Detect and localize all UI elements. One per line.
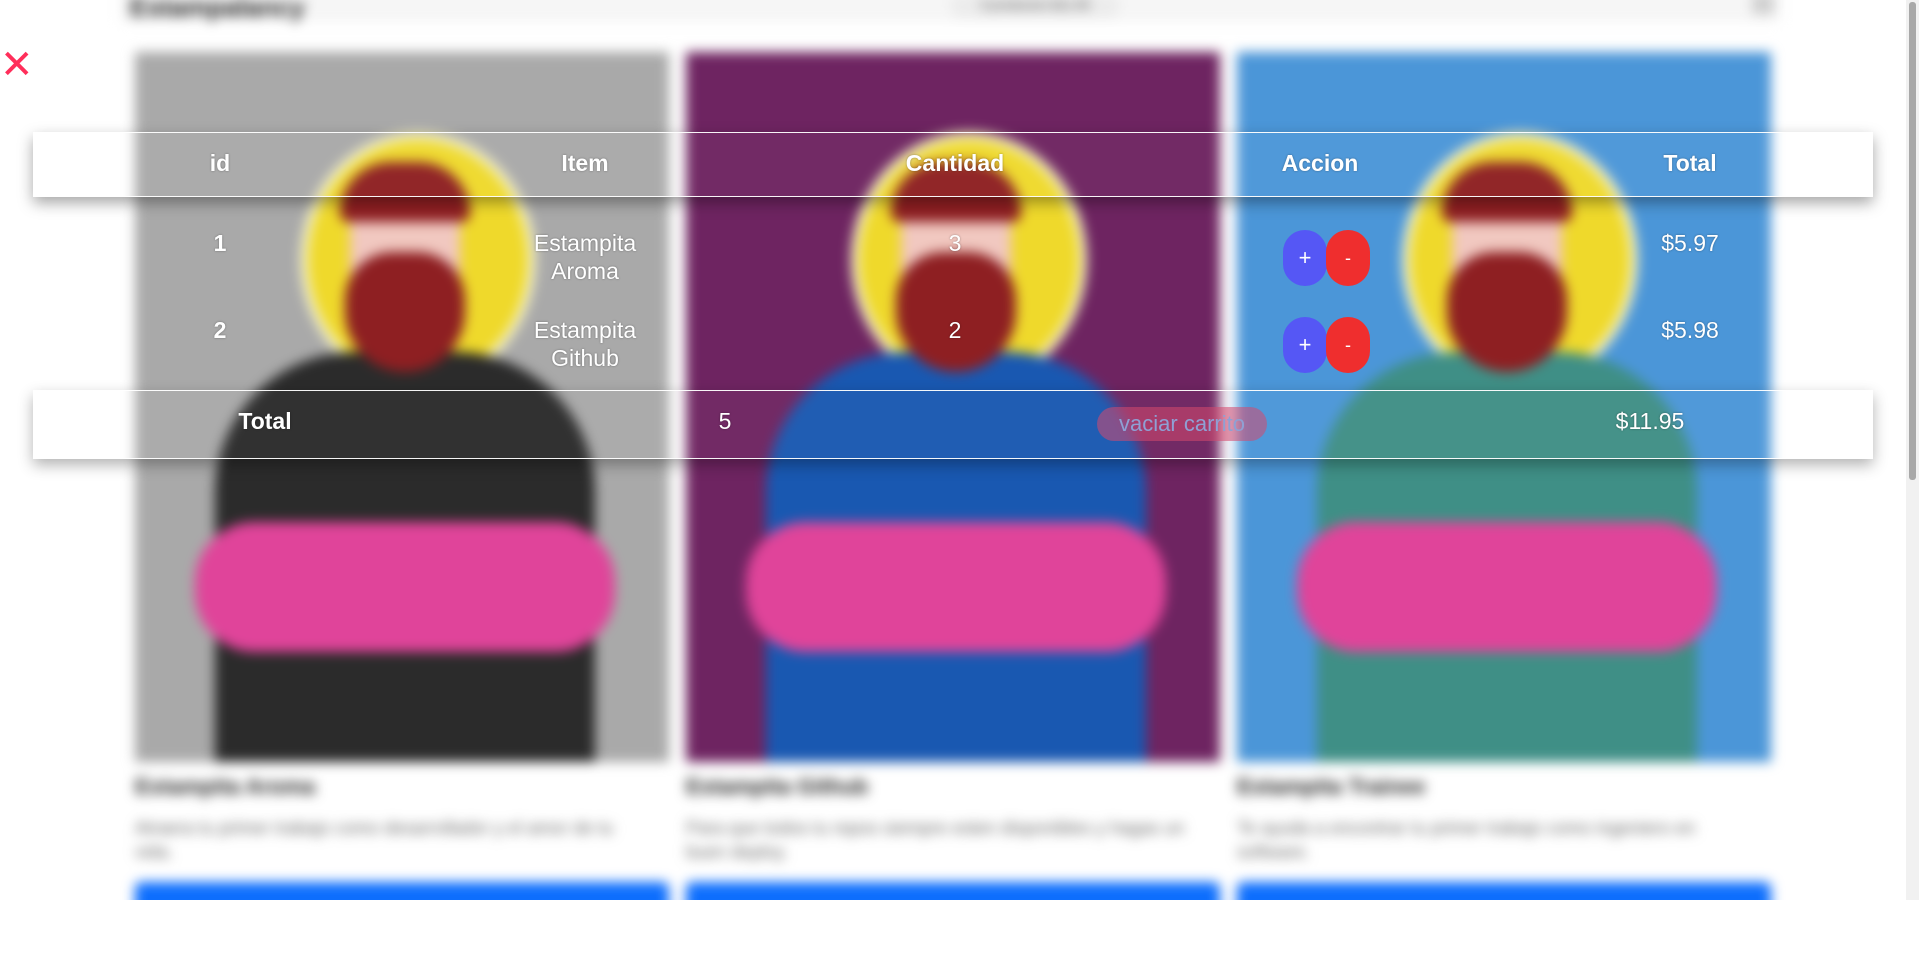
- scrollbar-thumb[interactable]: [1909, 2, 1916, 480]
- row-item-line: Estampita: [533, 230, 637, 256]
- add-to-cart-button[interactable]: [686, 882, 1220, 900]
- footer-count: 5: [718, 408, 732, 434]
- product-description: Para que todos tu repos siempre esten di…: [686, 818, 1185, 862]
- product-title: Estampita Aroma: [135, 774, 316, 799]
- row-item: Estampita Aroma: [505, 229, 665, 285]
- row-total: $5.97: [1661, 230, 1719, 256]
- row-item-line: Github: [551, 345, 619, 371]
- increase-button[interactable]: +: [1283, 317, 1327, 373]
- header-quantity: Cantidad: [905, 150, 1005, 176]
- product-title: Estampita Trainee: [1237, 774, 1426, 799]
- row-id: 1: [213, 230, 227, 256]
- product-description: Atraera tu primer trabajo como desarroll…: [135, 818, 614, 862]
- product-title: Estampita Github: [686, 774, 869, 799]
- header-item: Item: [561, 150, 609, 176]
- header-id: id: [209, 150, 231, 176]
- add-to-cart-button[interactable]: [1237, 882, 1771, 900]
- empty-cart-button[interactable]: vaciar carrito: [1097, 407, 1267, 441]
- background-menu-icon: [1752, 0, 1774, 14]
- decrease-button[interactable]: -: [1326, 317, 1370, 373]
- close-icon[interactable]: ✕: [0, 45, 34, 85]
- row-id: 2: [213, 317, 227, 343]
- footer-total: $11.95: [1615, 408, 1685, 434]
- add-to-cart-button[interactable]: [135, 882, 669, 900]
- row-total: $5.98: [1661, 317, 1719, 343]
- header-action: Accion: [1281, 150, 1359, 176]
- row-item: Estampita Github: [505, 316, 665, 372]
- row-quantity: 2: [948, 317, 962, 343]
- decrease-button[interactable]: -: [1326, 230, 1370, 286]
- background-brand: Estampalancy: [130, 0, 305, 22]
- increase-button[interactable]: +: [1283, 230, 1327, 286]
- header-total: Total: [1663, 150, 1717, 176]
- footer-label: Total: [238, 408, 292, 434]
- row-item-line: Aroma: [551, 258, 619, 284]
- product-description: Te ayuda a encontrar tu primer trabajo c…: [1237, 818, 1696, 862]
- row-quantity: 3: [948, 230, 962, 256]
- background-cart-pill: 3 productos $11.95: [950, 0, 1120, 18]
- row-item-line: Estampita: [533, 317, 637, 343]
